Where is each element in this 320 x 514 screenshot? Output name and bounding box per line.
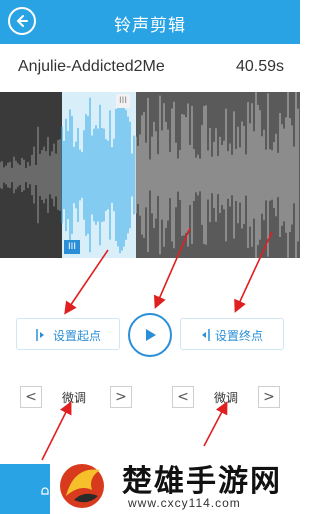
fine-tune-left-label: 微调 xyxy=(62,391,87,405)
end-handle[interactable]: III xyxy=(116,94,130,108)
song-info-row: Anjulie-Addicted2Me 40.59s xyxy=(0,44,300,90)
set-start-label: 设置起点 xyxy=(53,329,102,343)
app-header: 铃声剪辑 xyxy=(0,0,300,44)
waveform xyxy=(0,92,300,258)
bell-icon xyxy=(41,487,49,495)
song-duration: 40.59s xyxy=(235,58,284,75)
fine-tune-left-prev-button[interactable]: < xyxy=(20,386,42,408)
fine-tune-right-label: 微调 xyxy=(214,391,239,405)
song-name: Anjulie-Addicted2Me xyxy=(18,58,165,75)
set-start-button[interactable]: 设置起点 xyxy=(16,318,120,350)
waveform-editor[interactable]: III III xyxy=(0,92,300,258)
play-button[interactable] xyxy=(128,313,172,357)
set-end-button[interactable]: 设置终点 xyxy=(180,318,284,350)
set-end-icon xyxy=(202,329,210,341)
fine-tune-right-next-button[interactable]: > xyxy=(258,386,280,408)
watermark: 楚雄手游网 www.cxcy114.com xyxy=(50,452,300,514)
watermark-logo xyxy=(60,464,104,508)
watermark-title: 楚雄手游网 xyxy=(122,464,282,499)
set-end-label: 设置终点 xyxy=(215,329,264,343)
bottom-tab[interactable] xyxy=(0,464,50,514)
fine-tune-right-prev-button[interactable]: < xyxy=(172,386,194,408)
fine-tune-left-next-button[interactable]: > xyxy=(110,386,132,408)
set-start-icon xyxy=(36,329,44,341)
play-icon xyxy=(146,329,156,341)
page-title: 铃声剪辑 xyxy=(114,16,186,36)
start-handle[interactable]: III xyxy=(64,240,80,254)
watermark-url: www.cxcy114.com xyxy=(128,496,241,510)
